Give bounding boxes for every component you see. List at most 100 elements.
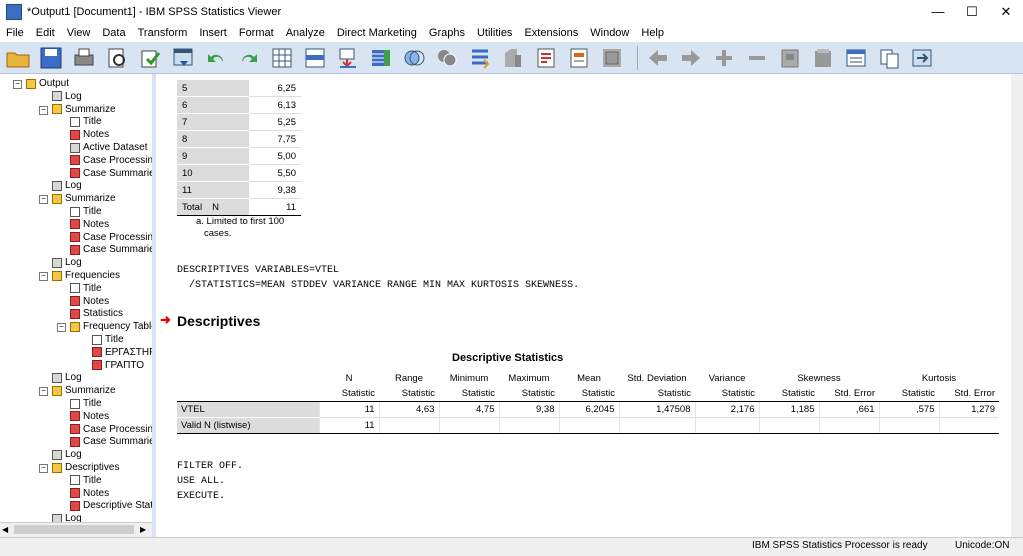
content-vertical-scrollbar[interactable] <box>1011 74 1023 537</box>
menu-utilities[interactable]: Utilities <box>471 27 518 39</box>
menu-transform[interactable]: Transform <box>132 27 194 39</box>
menu-window[interactable]: Window <box>584 27 635 39</box>
outline-item[interactable]: Title <box>92 333 124 346</box>
minimize-button[interactable]: — <box>921 0 955 24</box>
variables-icon[interactable] <box>367 45 395 71</box>
goto-case-icon[interactable] <box>301 45 329 71</box>
collapse-icon[interactable]: − <box>39 195 48 205</box>
outline-item[interactable]: Frequencies <box>52 269 120 282</box>
outline-item[interactable]: Title <box>70 397 102 410</box>
outline-item[interactable]: Title <box>70 474 102 487</box>
menu-data[interactable]: Data <box>96 27 131 39</box>
menu-file[interactable]: File <box>0 27 30 39</box>
chart-icon[interactable] <box>433 45 461 71</box>
menu-graphs[interactable]: Graphs <box>423 27 471 39</box>
outline-item[interactable]: Notes <box>70 487 109 500</box>
outline-item[interactable]: Summarize <box>52 192 116 205</box>
outline-item[interactable]: Descriptives <box>52 461 119 474</box>
recall-dialog-icon[interactable] <box>169 45 197 71</box>
collapse-icon[interactable]: − <box>13 80 22 89</box>
outline-item[interactable]: Title <box>70 115 102 128</box>
menu-format[interactable]: Format <box>233 27 280 39</box>
table-row: Valid N (listwise) 11 <box>177 417 999 434</box>
outline-horizontal-scrollbar[interactable]: ◀ ▶ <box>0 522 152 537</box>
descriptive-statistics-table[interactable]: N Range Minimum Maximum Mean Std. Deviation Va… <box>177 371 999 434</box>
move-up-icon[interactable] <box>875 45 903 71</box>
outline-item[interactable]: Case Summaries <box>70 435 152 448</box>
pivot-icon[interactable] <box>400 45 428 71</box>
back-icon[interactable] <box>644 45 672 71</box>
pane-icon[interactable] <box>908 45 936 71</box>
collapse-icon[interactable]: − <box>39 387 48 397</box>
insert-output-icon[interactable] <box>842 45 870 71</box>
collapse-icon[interactable]: − <box>57 323 66 333</box>
menu-extensions[interactable]: Extensions <box>518 27 584 39</box>
outline-item[interactable]: Frequency Table <box>70 320 152 333</box>
scroll-thumb[interactable] <box>14 525 134 534</box>
outline-item[interactable]: ΓΡΑΠΤΟ <box>92 359 144 372</box>
outline-item[interactable]: Notes <box>70 295 109 308</box>
show-icon[interactable] <box>776 45 804 71</box>
outline-item[interactable]: Statistics <box>70 307 123 320</box>
outline-item[interactable]: Active Dataset <box>70 141 147 154</box>
outline-item[interactable]: Log <box>52 371 82 384</box>
collapse-icon[interactable]: − <box>39 272 48 281</box>
print-preview-icon[interactable] <box>103 45 131 71</box>
outline-item[interactable]: Title <box>70 205 102 218</box>
total-value: 11 <box>249 198 301 216</box>
split-icon[interactable] <box>466 45 494 71</box>
forward-icon[interactable] <box>677 45 705 71</box>
insert-title-icon[interactable] <box>565 45 593 71</box>
outline-item[interactable]: Log <box>52 256 82 269</box>
menu-edit[interactable]: Edit <box>30 27 61 39</box>
outline-item[interactable]: Case Processing <box>70 423 152 436</box>
outline-item[interactable]: Output <box>26 77 69 90</box>
collapse-icon[interactable] <box>743 45 771 71</box>
outline-item[interactable]: Notes <box>70 128 109 141</box>
outline-item[interactable]: Case Processing <box>70 154 152 167</box>
outline-item[interactable]: Descriptive Statist <box>70 499 152 512</box>
maximize-button[interactable]: ☐ <box>955 0 989 24</box>
print-icon[interactable] <box>70 45 98 71</box>
outline-item[interactable]: Title <box>70 282 102 295</box>
outline-item[interactable]: Log <box>52 179 82 192</box>
table-row: 6 6,13 <box>177 96 301 114</box>
save-icon[interactable] <box>37 45 65 71</box>
menu-help[interactable]: Help <box>635 27 670 39</box>
designate-window-icon[interactable] <box>499 45 527 71</box>
outline-item[interactable]: ΕΡΓΑΣΤΗΡΙΟ <box>92 346 152 359</box>
export-icon[interactable] <box>136 45 164 71</box>
redo-icon[interactable] <box>235 45 263 71</box>
scroll-left-icon[interactable]: ◀ <box>2 525 8 534</box>
insert-text-icon[interactable] <box>598 45 626 71</box>
collapse-icon[interactable]: − <box>39 464 48 473</box>
scroll-right-icon[interactable]: ▶ <box>140 525 146 534</box>
outline-item[interactable]: Summarize <box>52 103 116 116</box>
outline-item[interactable]: Case Summaries <box>70 243 152 256</box>
row-label: 7 <box>177 113 249 131</box>
outline-item[interactable]: Case Summaries <box>70 167 152 180</box>
outline-pane[interactable]: Output − Log Summarize − Title Notes Active Dat… <box>0 74 153 537</box>
outline-item[interactable]: Log <box>52 90 82 103</box>
menu-view[interactable]: View <box>61 27 97 39</box>
outline-item-label: Output <box>39 78 70 89</box>
menu-insert[interactable]: Insert <box>193 27 233 39</box>
goto-data-icon[interactable] <box>268 45 296 71</box>
open-folder-icon[interactable] <box>4 45 32 71</box>
close-button[interactable]: ✕ <box>989 0 1023 24</box>
document-icon <box>70 283 80 294</box>
outline-item[interactable]: Log <box>52 448 82 461</box>
expand-icon[interactable] <box>710 45 738 71</box>
outline-item[interactable]: Summarize <box>52 384 116 397</box>
outline-item[interactable]: Case Processing <box>70 231 152 244</box>
undo-icon[interactable] <box>202 45 230 71</box>
outline-item[interactable]: Notes <box>70 218 109 231</box>
menu-analyze[interactable]: Analyze <box>280 27 331 39</box>
hide-icon[interactable] <box>809 45 837 71</box>
insert-heading-icon[interactable] <box>532 45 560 71</box>
goto-variable-icon[interactable] <box>334 45 362 71</box>
menu-direct-marketing[interactable]: Direct Marketing <box>331 27 423 39</box>
output-content-pane[interactable]: 5 6,25 6 6,13 7 5,25 8 7,75 9 5,00 10 5,50 11 9,38 Tot… <box>156 74 1011 537</box>
collapse-icon[interactable]: − <box>39 105 48 115</box>
outline-item[interactable]: Notes <box>70 410 109 423</box>
